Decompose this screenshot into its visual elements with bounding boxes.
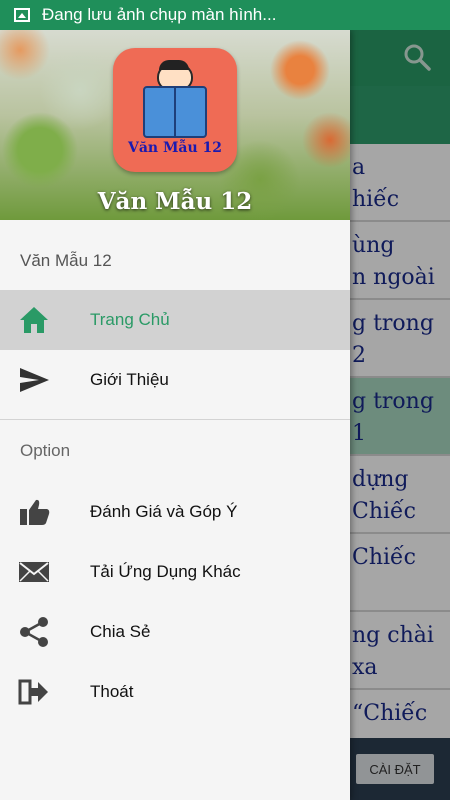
- home-icon: [0, 305, 90, 335]
- send-icon: [0, 366, 90, 394]
- image-icon: [14, 8, 30, 22]
- drawer-subheader: Văn Mẫu 12: [20, 251, 112, 270]
- menu-item-rate[interactable]: Đánh Giá và Góp Ý: [0, 482, 350, 542]
- drawer-header: Văn Mẫu 12 Văn Mẫu 12: [0, 30, 350, 220]
- app-logo: Văn Mẫu 12: [113, 48, 237, 172]
- section-title-option: Option: [20, 441, 71, 460]
- mail-icon: [0, 560, 90, 584]
- menu-item-label: Tải Ứng Dụng Khác: [90, 562, 241, 581]
- navigation-drawer: Văn Mẫu 12 Văn Mẫu 12 Văn Mẫu 12 Trang C…: [0, 30, 350, 800]
- share-icon: [0, 617, 90, 647]
- drawer-title: Văn Mẫu 12: [97, 188, 253, 215]
- status-text: Đang lưu ảnh chụp màn hình...: [42, 5, 277, 24]
- menu-item-about[interactable]: Giới Thiệu: [0, 350, 350, 410]
- menu-item-label: Giới Thiệu: [90, 370, 169, 389]
- status-bar: Đang lưu ảnh chụp màn hình...: [0, 0, 450, 30]
- exit-icon: [0, 678, 90, 706]
- thumbs-up-icon: [0, 497, 90, 527]
- logo-text: Văn Mẫu 12: [127, 140, 223, 156]
- menu-item-label: Trang Chủ: [90, 310, 170, 329]
- menu-item-share[interactable]: Chia Sẻ: [0, 602, 350, 662]
- menu-item-home[interactable]: Trang Chủ: [0, 290, 350, 350]
- book-icon: [143, 86, 207, 138]
- menu-item-exit[interactable]: Thoát: [0, 662, 350, 722]
- menu-item-more-apps[interactable]: Tải Ứng Dụng Khác: [0, 542, 350, 602]
- menu-item-label: Thoát: [90, 682, 134, 701]
- menu-item-label: Đánh Giá và Góp Ý: [90, 502, 238, 521]
- menu-item-label: Chia Sẻ: [90, 622, 151, 641]
